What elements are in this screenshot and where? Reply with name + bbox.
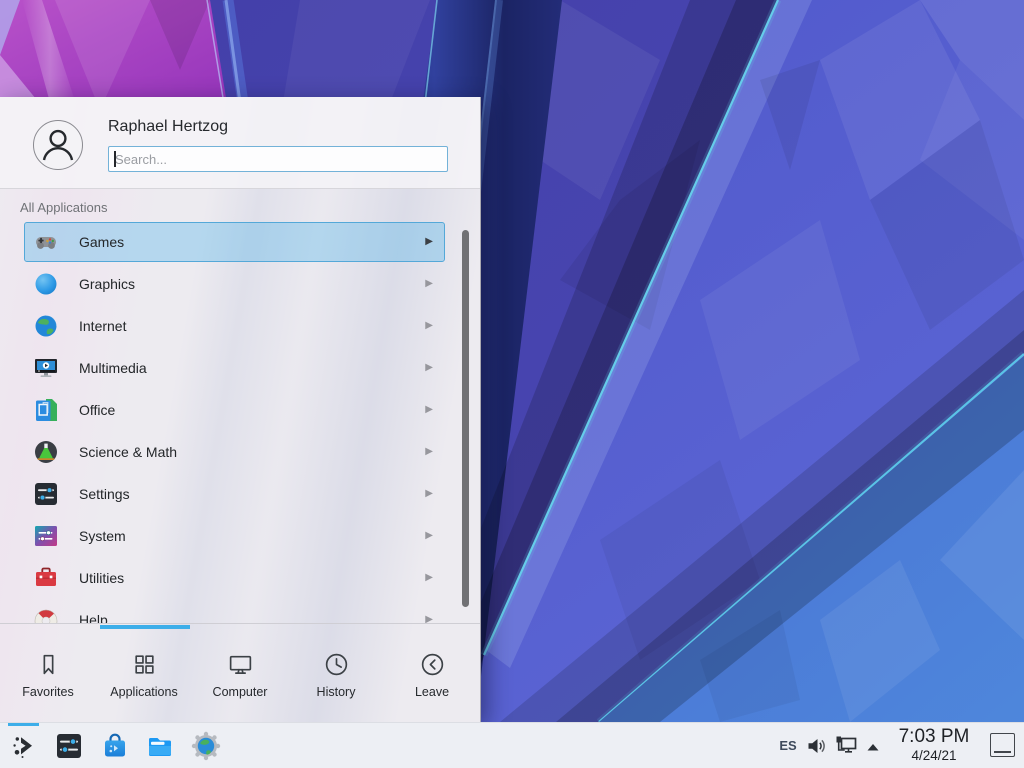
active-tab-indicator [100,625,190,629]
tab-bar: Favorites Applications Computer History [0,629,480,721]
settings-icon [33,481,59,507]
discover-button[interactable] [100,731,130,761]
volume-icon[interactable] [806,735,828,757]
computer-icon [227,651,254,678]
submenu-arrow-icon: ▶ [425,531,433,541]
menu-item-label: Games [79,234,124,250]
menu-item-internet[interactable]: Internet ▶ [24,306,445,346]
menu-item-settings[interactable]: Settings ▶ [24,474,445,514]
category-list: Games ▶ Graphics ▶ Intern [24,222,445,623]
search-input[interactable] [108,146,448,172]
submenu-arrow-icon: ▶ [425,363,433,373]
tab-leave[interactable]: Leave [384,629,480,721]
clock-time: 7:03 PM [890,726,978,748]
tabbar-divider [0,623,480,624]
science-icon [33,439,59,465]
games-icon [33,229,59,255]
history-icon [323,651,350,678]
expand-tray-icon[interactable] [864,738,882,756]
section-label: All Applications [20,200,107,215]
text-caret [114,151,116,167]
menu-item-label: Graphics [79,276,135,292]
system-settings-button[interactable] [54,731,84,761]
menu-item-label: Utilities [79,570,124,586]
applications-icon [131,651,158,678]
menu-header: Raphael Hertzog [0,97,480,189]
tab-favorites[interactable]: Favorites [0,629,96,721]
user-avatar[interactable] [32,119,84,171]
application-launcher-icon [9,731,39,761]
submenu-arrow-icon: ▶ [425,489,433,499]
office-icon [33,397,59,423]
graphics-icon [33,271,59,297]
leave-icon [419,651,446,678]
web-browser-button[interactable] [191,731,221,761]
discover-software-center-icon [100,731,130,761]
menu-item-science-math[interactable]: Science & Math ▶ [24,432,445,472]
favorites-icon [35,651,62,678]
submenu-arrow-icon: ▶ [425,615,433,623]
file-manager-icon [145,731,175,761]
tab-applications[interactable]: Applications [96,629,192,721]
menu-item-label: Science & Math [79,444,177,460]
menu-item-graphics[interactable]: Graphics ▶ [24,264,445,304]
internet-icon [33,313,59,339]
submenu-arrow-icon: ▶ [425,405,433,415]
system-settings-icon [54,731,84,761]
taskbar: ES 7:03 PM 4/24/21 [0,722,1024,768]
menu-item-label: Office [79,402,115,418]
desktop: Raphael Hertzog All Applications Games ▶ [0,0,1024,768]
menu-item-help[interactable]: Help ▶ [24,600,445,623]
launcher-active-indicator [8,723,39,726]
submenu-arrow-icon: ▶ [425,237,433,247]
utilities-icon [33,565,59,591]
menu-item-office[interactable]: Office ▶ [24,390,445,430]
menu-scrollbar[interactable] [462,230,469,607]
menu-item-label: Internet [79,318,126,334]
menu-item-multimedia[interactable]: Multimedia ▶ [24,348,445,388]
menu-item-games[interactable]: Games ▶ [24,222,445,262]
menu-item-utilities[interactable]: Utilities ▶ [24,558,445,598]
submenu-arrow-icon: ▶ [425,279,433,289]
menu-item-label: System [79,528,126,544]
multimedia-icon [33,355,59,381]
digital-clock[interactable]: 7:03 PM 4/24/21 [890,726,978,764]
web-browser-icon [191,731,221,761]
system-icon [33,523,59,549]
menu-item-label: Multimedia [79,360,147,376]
tab-history[interactable]: History [288,629,384,721]
search-field-wrap [108,146,448,172]
tab-computer[interactable]: Computer [192,629,288,721]
keyboard-layout-indicator[interactable]: ES [774,723,802,768]
application-launcher-menu: Raphael Hertzog All Applications Games ▶ [0,97,481,722]
submenu-arrow-icon: ▶ [425,573,433,583]
clock-date: 4/24/21 [890,748,978,764]
application-launcher-button[interactable] [9,731,39,761]
user-name: Raphael Hertzog [108,118,228,136]
menu-item-label: Settings [79,486,130,502]
help-icon [33,607,59,623]
network-icon[interactable] [834,734,858,758]
menu-item-label: Help [79,612,108,623]
submenu-arrow-icon: ▶ [425,321,433,331]
menu-item-system[interactable]: System ▶ [24,516,445,556]
file-manager-button[interactable] [145,731,175,761]
submenu-arrow-icon: ▶ [425,447,433,457]
show-desktop-button[interactable] [990,733,1015,757]
